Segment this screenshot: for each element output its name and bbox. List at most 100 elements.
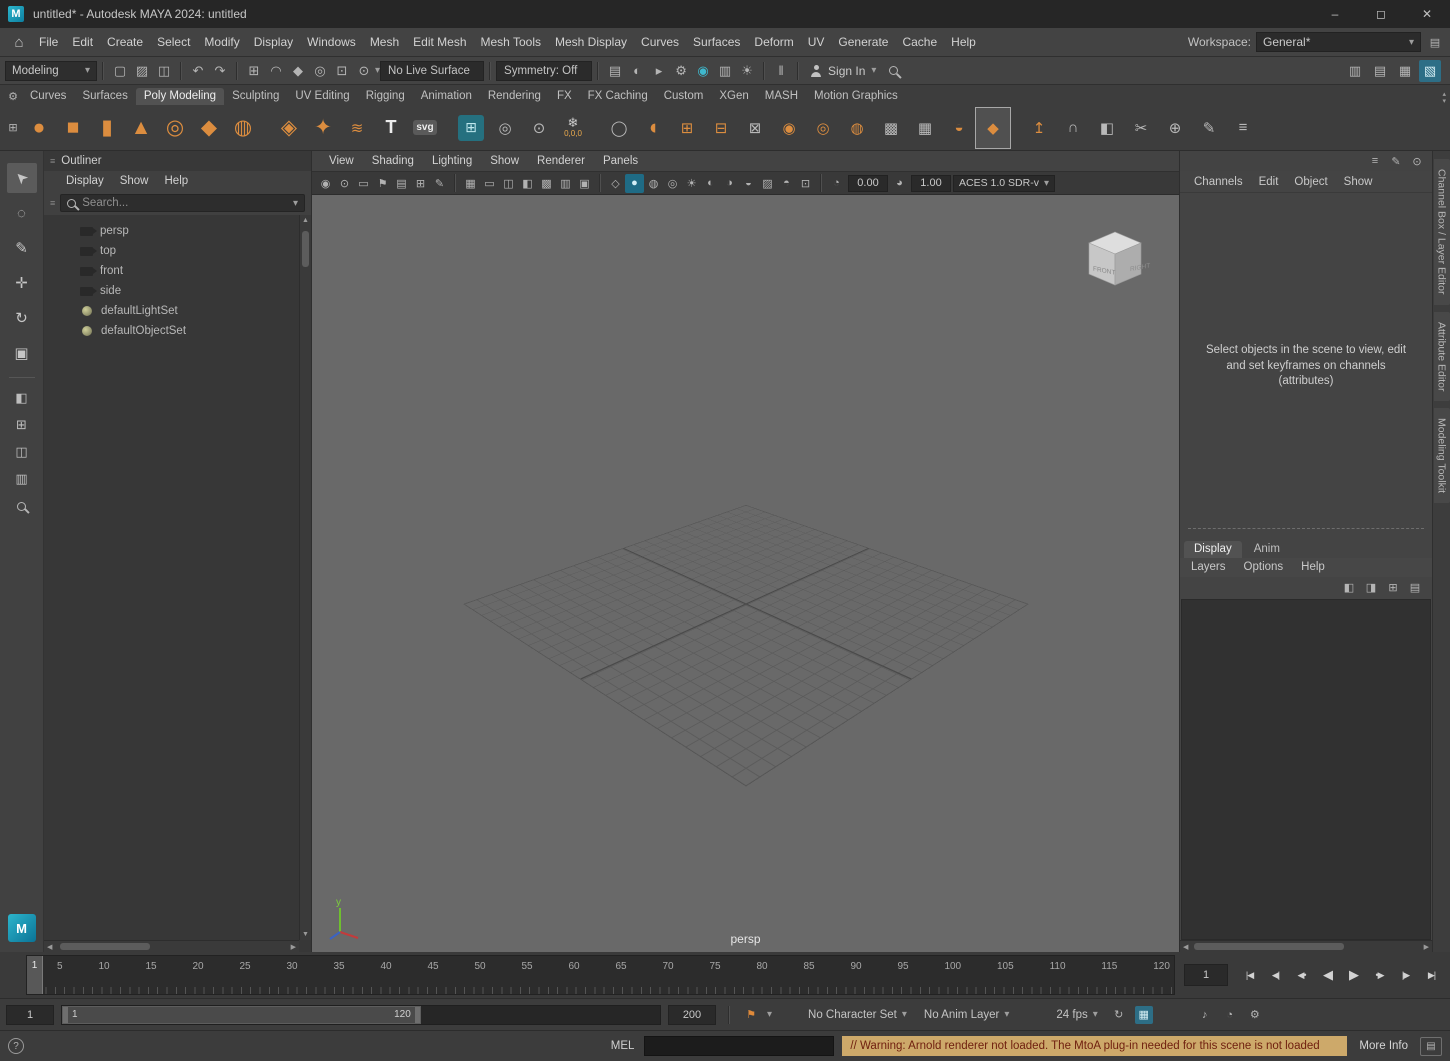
outliner-menu-item[interactable]: Show	[112, 175, 157, 187]
shelf-tab[interactable]: Curves	[22, 88, 74, 105]
step-forward-frame-button[interactable]: |▶	[1393, 963, 1418, 987]
outliner-item-persp[interactable]: persp	[44, 221, 311, 241]
playback-speed-icon[interactable]: ◔	[1221, 1006, 1239, 1024]
new-scene-icon[interactable]: ▢	[109, 60, 131, 82]
viewport-menu-item[interactable]: Panels	[594, 155, 647, 167]
redo-icon[interactable]: ↷	[209, 60, 231, 82]
menu-item[interactable]: Mesh Tools	[474, 35, 548, 49]
channel-filter-icon[interactable]: ≡	[1366, 152, 1384, 170]
motion-blur-icon[interactable]: ◒	[739, 174, 758, 193]
type-tool-icon[interactable]: T	[374, 108, 408, 148]
field-chart-icon[interactable]: ▩	[537, 174, 556, 193]
grid-toggle-icon[interactable]: ▦	[461, 174, 480, 193]
layout-two-pane-button[interactable]: ◫	[9, 441, 35, 463]
make-live-icon[interactable]: ⊙	[353, 60, 375, 82]
menu-item[interactable]: Modify	[197, 35, 246, 49]
shelf-tab[interactable]: Custom	[656, 88, 712, 105]
search-icon[interactable]	[882, 60, 904, 82]
range-end-handle[interactable]	[415, 1007, 420, 1023]
vertical-scrollbar[interactable]: ▲ ▼	[299, 215, 311, 940]
align-snap-icon[interactable]: ⊙	[522, 108, 556, 148]
menu-item[interactable]: Mesh	[363, 35, 406, 49]
step-back-frame-button[interactable]: ◀|	[1263, 963, 1288, 987]
wireframe-icon[interactable]: ◇	[606, 174, 625, 193]
animation-start-field[interactable]: 1	[6, 1005, 54, 1025]
snap-to-view-plane-icon[interactable]: ⊡	[331, 60, 353, 82]
curve-comb-icon[interactable]: ≋	[340, 108, 374, 148]
channel-menu-item[interactable]: Channels	[1186, 176, 1251, 188]
maya-avatar[interactable]: M	[8, 914, 36, 942]
workspace-selector[interactable]: General* ▾	[1256, 32, 1421, 52]
gate-mask-icon[interactable]: ◧	[518, 174, 537, 193]
shelf-tab[interactable]: Sculpting	[224, 88, 287, 105]
shelf-tab[interactable]: Motion Graphics	[806, 88, 906, 105]
shelf-editor-icon[interactable]: ⚙	[4, 87, 22, 105]
character-set-selector[interactable]: No Character Set ▾	[803, 1009, 912, 1021]
tab-modeling-toolkit[interactable]: Modeling Toolkit	[1434, 408, 1450, 503]
shelf-tab[interactable]: XGen	[711, 88, 756, 105]
viewport-canvas[interactable]: FRONT RIGHT y persp	[312, 195, 1179, 952]
poly-torus-icon[interactable]: ◎	[158, 108, 192, 148]
insert-edge-loop-icon[interactable]: ≡	[1226, 108, 1260, 148]
extract-icon[interactable]: ⊠	[738, 108, 772, 148]
poly-sphere-icon[interactable]: ●	[22, 108, 56, 148]
light-editor-icon[interactable]: ☀	[736, 60, 758, 82]
wireframe-on-shaded-icon[interactable]: ◎	[663, 174, 682, 193]
retopologize-icon[interactable]: ▦	[908, 108, 942, 148]
render-settings-icon[interactable]: ⚙	[670, 60, 692, 82]
range-slider[interactable]: 1 120	[61, 1005, 661, 1025]
layer-menu-item[interactable]: Help	[1292, 561, 1334, 573]
viewport-menu-item[interactable]: Lighting	[423, 155, 481, 167]
bookmarks-icon[interactable]: ⚑	[373, 174, 392, 193]
tab-channel-box-layer-editor[interactable]: Channel Box / Layer Editor	[1434, 159, 1450, 305]
rotate-tool[interactable]: ↻	[7, 303, 37, 333]
shelf-item-menu-icon[interactable]: ⊞	[4, 119, 22, 137]
humanik-toggle-icon[interactable]: ▤	[1369, 60, 1391, 82]
viewport-menu-item[interactable]: Show	[481, 155, 528, 167]
outliner-item-defaultlightset[interactable]: defaultLightSet	[44, 301, 311, 321]
save-scene-icon[interactable]: ◫	[153, 60, 175, 82]
poly-disc-icon[interactable]: ◍	[226, 108, 260, 148]
frame-snap-icon[interactable]: ▦	[1135, 1006, 1153, 1024]
animation-preferences-icon[interactable]: ⚙	[1246, 1006, 1264, 1024]
playhead[interactable]: 1	[27, 956, 43, 994]
home-icon[interactable]: ⌂	[6, 34, 32, 51]
outliner-tree[interactable]: persp top front side defaultLightSet def…	[44, 215, 311, 952]
layer-menu-item[interactable]: Layers	[1182, 561, 1235, 573]
pause-viewport-icon[interactable]: ‖	[770, 60, 792, 82]
resolution-gate-icon[interactable]: ◫	[499, 174, 518, 193]
poly-cube-icon[interactable]: ■	[56, 108, 90, 148]
poly-cone-icon[interactable]: ▲	[124, 108, 158, 148]
ssao-icon[interactable]: ◑	[720, 174, 739, 193]
smooth-mesh-icon[interactable]: ◒	[942, 108, 976, 148]
layout-outliner-pane-button[interactable]: ▥	[9, 468, 35, 490]
snap-to-origin-icon[interactable]: ❄ 0,0,0	[556, 108, 590, 148]
separate-icon[interactable]: ⊟	[704, 108, 738, 148]
next-key-button[interactable]: •▶	[1367, 963, 1392, 987]
horizontal-scrollbar[interactable]: ◀ ▶	[44, 940, 299, 952]
menu-item[interactable]: Generate	[831, 35, 895, 49]
new-layer-from-selected-icon[interactable]: ▤	[1406, 579, 1424, 597]
menu-item[interactable]: Cache	[895, 35, 944, 49]
multisample-icon[interactable]: ▨	[758, 174, 777, 193]
shelf-tab[interactable]: UV Editing	[287, 88, 357, 105]
previous-key-button[interactable]: ◀•	[1289, 963, 1314, 987]
menu-item[interactable]: Edit	[65, 35, 100, 49]
lock-camera-icon[interactable]: ⊙	[335, 174, 354, 193]
time-slider[interactable]: 5101520253035404550556065707580859095100…	[26, 955, 1175, 995]
channel-lock-icon[interactable]: ⊙	[1408, 152, 1426, 170]
camera-attributes-icon[interactable]: ▭	[354, 174, 373, 193]
menu-item[interactable]: Edit Mesh	[406, 35, 473, 49]
playback-range-bar[interactable]: 1 120	[62, 1006, 421, 1024]
sculpt-ring-icon[interactable]: ◯	[602, 108, 636, 148]
fps-selector[interactable]: 24 fps ▾	[1051, 1009, 1102, 1021]
scroll-up-icon[interactable]: ▴	[1442, 91, 1446, 98]
attribute-editor-toggle-icon[interactable]: ▦	[1394, 60, 1416, 82]
sweep-mesh-icon[interactable]: ✦	[306, 108, 340, 148]
gamma-field[interactable]: 1.00	[911, 175, 951, 192]
shelf-tab[interactable]: Rendering	[480, 88, 549, 105]
multi-cut-icon[interactable]: ✂	[1124, 108, 1158, 148]
live-surface-field[interactable]: No Live Surface	[380, 61, 484, 81]
shelf-tab[interactable]: Animation	[413, 88, 480, 105]
shelf-tab[interactable]: FX	[549, 88, 580, 105]
